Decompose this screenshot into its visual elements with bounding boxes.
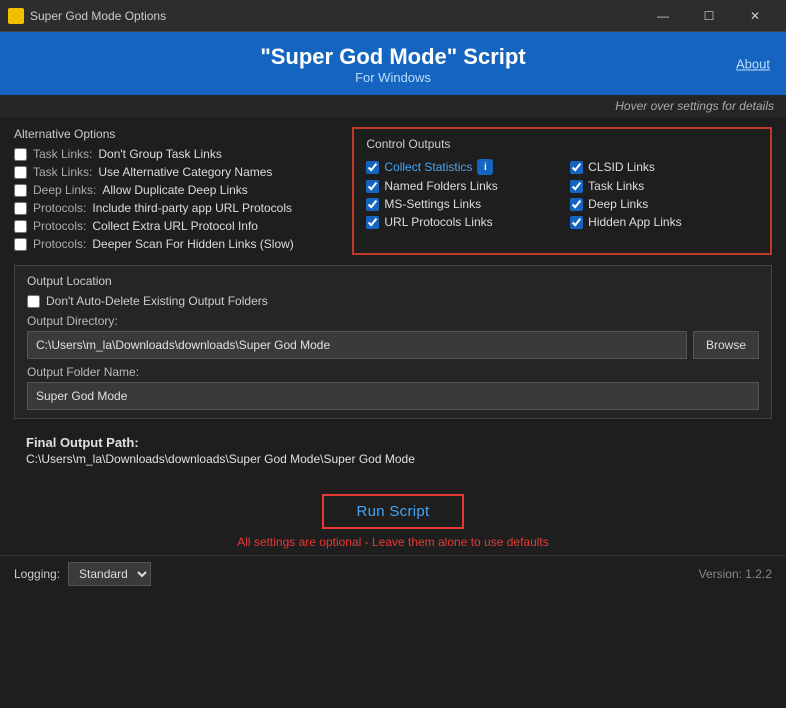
- optional-hint: All settings are optional - Leave them a…: [14, 535, 772, 549]
- checkbox-val: Don't Group Task Links: [98, 147, 221, 161]
- protocols-extra-info-checkbox[interactable]: [14, 220, 27, 233]
- control-outputs-label: Control Outputs: [366, 137, 758, 151]
- checkbox-key: Deep Links:: [33, 183, 96, 197]
- logging-row: Logging: Standard Verbose Minimal: [14, 562, 151, 586]
- named-folders-checkbox[interactable]: [366, 180, 379, 193]
- browse-button[interactable]: Browse: [693, 331, 759, 359]
- ms-settings-label: MS-Settings Links: [384, 197, 481, 211]
- run-script-button[interactable]: Run Script: [322, 494, 463, 529]
- checkbox-val: Deeper Scan For Hidden Links (Slow): [92, 237, 293, 251]
- list-item: Protocols: Collect Extra URL Protocol In…: [14, 219, 340, 233]
- task-links-alt-names-checkbox[interactable]: [14, 166, 27, 179]
- hidden-app-links-label: Hidden App Links: [588, 215, 681, 229]
- checkbox-val: Allow Duplicate Deep Links: [102, 183, 247, 197]
- logging-select[interactable]: Standard Verbose Minimal: [68, 562, 151, 586]
- ms-settings-checkbox[interactable]: [366, 198, 379, 211]
- hover-hint: Hover over settings for details: [0, 95, 786, 117]
- window-controls: — ☐ ✕: [640, 0, 778, 32]
- run-section: Run Script All settings are optional - L…: [0, 484, 786, 555]
- list-item: Deep Links: Allow Duplicate Deep Links: [14, 183, 340, 197]
- checkbox-val: Include third-party app URL Protocols: [92, 201, 292, 215]
- list-item: CLSID Links: [570, 159, 758, 175]
- bottom-bar: Logging: Standard Verbose Minimal Versio…: [0, 555, 786, 592]
- folder-name-input[interactable]: [27, 382, 759, 410]
- checkbox-key: Protocols:: [33, 237, 86, 251]
- url-protocols-label: URL Protocols Links: [384, 215, 492, 229]
- clsid-links-checkbox[interactable]: [570, 161, 583, 174]
- collect-stats-info-icon[interactable]: i: [477, 159, 493, 175]
- hidden-app-links-checkbox[interactable]: [570, 216, 583, 229]
- directory-input[interactable]: [27, 331, 687, 359]
- main-content: Alternative Options Task Links: Don't Gr…: [0, 117, 786, 484]
- deep-links-label: Deep Links: [588, 197, 648, 211]
- output-location-section: Output Location Don't Auto-Delete Existi…: [14, 265, 772, 419]
- options-row: Alternative Options Task Links: Don't Gr…: [14, 127, 772, 255]
- checkbox-key: Protocols:: [33, 219, 86, 233]
- task-links-checkbox[interactable]: [570, 180, 583, 193]
- checkbox-key: Protocols:: [33, 201, 86, 215]
- list-item: Task Links: Use Alternative Category Nam…: [14, 165, 340, 179]
- collect-stats-label: Collect Statistics: [384, 160, 472, 174]
- header-banner: "Super God Mode" Script For Windows Abou…: [0, 32, 786, 95]
- deep-links-duplicate-checkbox[interactable]: [14, 184, 27, 197]
- list-item: Collect Statistics i: [366, 159, 554, 175]
- minimize-button[interactable]: —: [640, 0, 686, 32]
- deep-links-checkbox[interactable]: [570, 198, 583, 211]
- task-links-label: Task Links: [588, 179, 644, 193]
- list-item: MS-Settings Links: [366, 197, 554, 211]
- app-icon: [8, 8, 24, 24]
- list-item: Deep Links: [570, 197, 758, 211]
- control-outputs-grid: Collect Statistics i CLSID Links Named F…: [366, 159, 758, 229]
- titlebar: Super God Mode Options — ☐ ✕: [0, 0, 786, 32]
- protocols-deeper-scan-checkbox[interactable]: [14, 238, 27, 251]
- list-item: Named Folders Links: [366, 179, 554, 193]
- checkbox-val: Use Alternative Category Names: [98, 165, 272, 179]
- task-links-dont-group-checkbox[interactable]: [14, 148, 27, 161]
- protocols-third-party-checkbox[interactable]: [14, 202, 27, 215]
- list-item: URL Protocols Links: [366, 215, 554, 229]
- alt-options-label: Alternative Options: [14, 127, 340, 141]
- titlebar-title: Super God Mode Options: [30, 9, 640, 23]
- checkbox-key: Task Links:: [33, 165, 92, 179]
- dont-auto-delete-row: Don't Auto-Delete Existing Output Folder…: [27, 294, 759, 308]
- checkbox-key: Task Links:: [33, 147, 92, 161]
- list-item: Task Links: Don't Group Task Links: [14, 147, 340, 161]
- collect-stats-checkbox[interactable]: [366, 161, 379, 174]
- about-link[interactable]: About: [736, 56, 770, 71]
- clsid-links-label: CLSID Links: [588, 160, 655, 174]
- list-item: Hidden App Links: [570, 215, 758, 229]
- list-item: Protocols: Deeper Scan For Hidden Links …: [14, 237, 340, 251]
- list-item: Task Links: [570, 179, 758, 193]
- directory-label: Output Directory:: [27, 314, 759, 328]
- control-outputs-panel: Control Outputs Collect Statistics i CLS…: [352, 127, 772, 255]
- url-protocols-checkbox[interactable]: [366, 216, 379, 229]
- app-subtitle: For Windows: [16, 70, 770, 85]
- logging-label: Logging:: [14, 567, 60, 581]
- directory-input-row: Browse: [27, 331, 759, 359]
- folder-name-label: Output Folder Name:: [27, 365, 759, 379]
- final-path-title: Final Output Path:: [26, 435, 760, 450]
- version-label: Version: 1.2.2: [699, 567, 772, 581]
- named-folders-label: Named Folders Links: [384, 179, 497, 193]
- maximize-button[interactable]: ☐: [686, 0, 732, 32]
- checkbox-val: Collect Extra URL Protocol Info: [92, 219, 258, 233]
- list-item: Protocols: Include third-party app URL P…: [14, 201, 340, 215]
- dont-auto-delete-label: Don't Auto-Delete Existing Output Folder…: [46, 294, 268, 308]
- alt-options-panel: Alternative Options Task Links: Don't Gr…: [14, 127, 340, 255]
- final-path-value: C:\Users\m_la\Downloads\downloads\Super …: [26, 452, 760, 466]
- app-title: "Super God Mode" Script: [16, 44, 770, 70]
- dont-auto-delete-checkbox[interactable]: [27, 295, 40, 308]
- final-path-section: Final Output Path: C:\Users\m_la\Downloa…: [14, 429, 772, 474]
- close-button[interactable]: ✕: [732, 0, 778, 32]
- output-location-label: Output Location: [27, 274, 759, 288]
